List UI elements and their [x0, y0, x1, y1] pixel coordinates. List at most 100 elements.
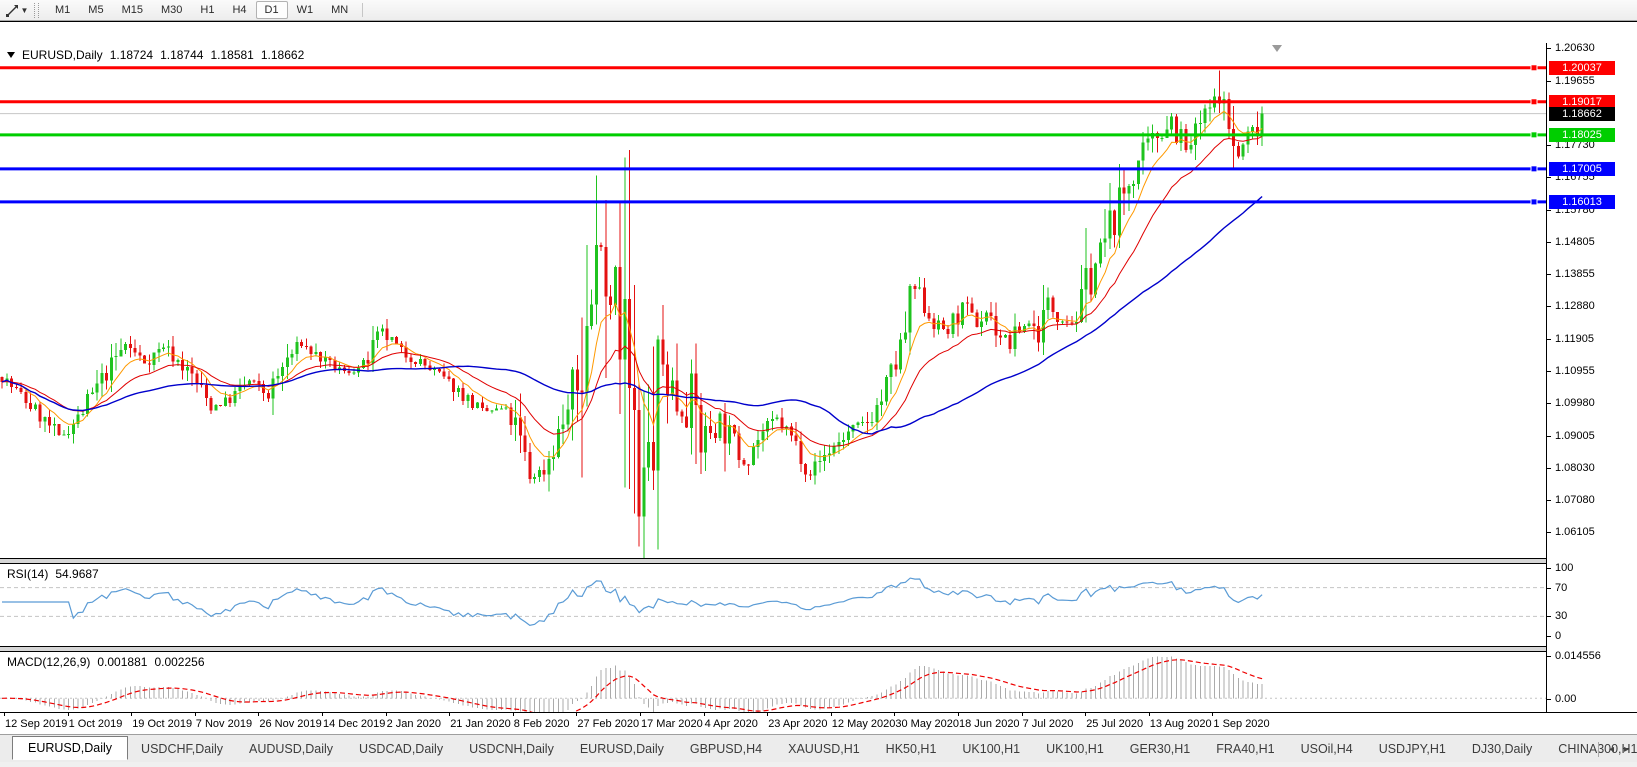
date-label: 25 Jul 2020 [1086, 718, 1143, 730]
price-tick-label: 1.13855 [1555, 268, 1595, 281]
rsi-panel[interactable] [0, 564, 1546, 646]
price-tick-label: 1.09980 [1555, 397, 1595, 410]
axis-tick [1547, 242, 1551, 243]
date-label: 18 Jun 2020 [959, 718, 1020, 730]
current-price-tag: 1.18662 [1549, 107, 1615, 121]
timeframe-m15[interactable]: M15 [113, 1, 152, 19]
time-tick [1149, 713, 1150, 716]
axis-tick [1547, 699, 1551, 700]
date-label: 7 Nov 2019 [196, 718, 252, 730]
date-label: 4 Apr 2020 [705, 718, 758, 730]
chart-tab-usdcad-daily[interactable]: USDCAD,Daily [346, 738, 456, 760]
chart-tab-audusd-daily[interactable]: AUDUSD,Daily [236, 738, 346, 760]
date-label: 8 Feb 2020 [514, 718, 570, 730]
macd-tick-label: 0.00 [1555, 693, 1576, 706]
timeframe-m30[interactable]: M30 [152, 1, 191, 19]
level-price-tag: 1.16013 [1549, 195, 1615, 209]
chart-tab-dj30-daily[interactable]: DJ30,Daily [1459, 738, 1545, 760]
axis-tick [1547, 616, 1551, 617]
price-tick-label: 1.10955 [1555, 365, 1595, 378]
date-label: 1 Sep 2020 [1213, 718, 1269, 730]
chart-tab-fra40-h1[interactable]: FRA40,H1 [1203, 738, 1287, 760]
time-tick [767, 713, 768, 716]
timeframe-h4[interactable]: H4 [223, 1, 255, 19]
macd-value-1: 0.001881 [97, 655, 147, 669]
date-label: 19 Oct 2019 [132, 718, 192, 730]
axis-tick [1547, 306, 1551, 307]
chart-tab-usoil-h4[interactable]: USOil,H4 [1288, 738, 1366, 760]
date-label: 14 Dec 2019 [323, 718, 385, 730]
time-tick [131, 713, 132, 716]
axis-tick [1547, 48, 1551, 49]
time-tick [4, 713, 5, 716]
timeframe-mn[interactable]: MN [322, 1, 357, 19]
axis-tick [1547, 81, 1551, 82]
chart-tab-usdchf-daily[interactable]: USDCHF,Daily [128, 738, 236, 760]
main-price-chart[interactable] [0, 44, 1546, 558]
axis-tick [1547, 468, 1551, 469]
price-tick-label: 1.09005 [1555, 430, 1595, 443]
scroll-left-icon[interactable]: ◂ [1609, 744, 1614, 755]
date-label: 27 Feb 2020 [577, 718, 639, 730]
axis-tick [1547, 588, 1551, 589]
chart-title: EURUSD,Daily 1.18724 1.18744 1.18581 1.1… [7, 48, 304, 62]
time-tick [1085, 713, 1086, 716]
timeframe-h1[interactable]: H1 [191, 1, 223, 19]
price-tick-label: 1.20630 [1555, 42, 1595, 55]
chart-tab-uk100-h1[interactable]: UK100,H1 [949, 738, 1033, 760]
time-axis[interactable]: 12 Sep 20191 Oct 2019 19 Oct 2019 7 Nov 20… [0, 712, 1637, 734]
symbol-label: EURUSD,Daily [22, 48, 103, 62]
time-tick [449, 713, 450, 716]
collapse-caret-icon[interactable] [7, 52, 15, 58]
price-tick-label: 1.07080 [1555, 494, 1595, 507]
axis-tick [1547, 568, 1551, 569]
chart-tab-eurusd-daily[interactable]: EURUSD,Daily [567, 738, 677, 760]
chart-shift-marker[interactable] [1272, 45, 1282, 52]
chart-tab-gbpusd-h4[interactable]: GBPUSD,H4 [677, 738, 775, 760]
chart-tab-uk100-h1[interactable]: UK100,H1 [1033, 738, 1117, 760]
date-label: 12 Sep 2019 [5, 718, 67, 730]
time-tick [258, 713, 259, 716]
timeframe-w1[interactable]: W1 [288, 1, 323, 19]
chart-tab-ger30-h1[interactable]: GER30,H1 [1117, 738, 1203, 760]
axis-tick [1547, 274, 1551, 275]
macd-name: MACD(12,26,9) [7, 655, 90, 669]
axis-tick [1547, 532, 1551, 533]
date-label: 30 May 2020 [895, 718, 959, 730]
rsi-value: 54.9687 [55, 567, 98, 581]
date-label: 21 Jan 2020 [450, 718, 511, 730]
chart-tab-hk50-h1[interactable]: HK50,H1 [873, 738, 950, 760]
scroll-right-icon[interactable]: ▸ [1624, 744, 1629, 755]
time-tick [831, 713, 832, 716]
time-tick [1022, 713, 1023, 716]
date-label: 1 Oct 2019 [69, 718, 123, 730]
level-price-tag: 1.18025 [1549, 128, 1615, 142]
axis-tick [1547, 403, 1551, 404]
toolbar-separator [362, 3, 363, 17]
chart-tab-usdjpy-h1[interactable]: USDJPY,H1 [1366, 738, 1459, 760]
chevron-down-icon: ▼ [21, 6, 29, 15]
level-price-tag: 1.20037 [1549, 61, 1615, 75]
price-tick-label: 1.12880 [1555, 300, 1595, 313]
time-tick [1212, 713, 1213, 716]
axis-tick [1547, 339, 1551, 340]
axis-tick [1547, 210, 1551, 211]
chart-tab-eurusd-daily[interactable]: EURUSD,Daily [12, 736, 128, 760]
time-tick [576, 713, 577, 716]
chart-tab-usdcnh-daily[interactable]: USDCNH,Daily [456, 738, 567, 760]
time-tick [640, 713, 641, 716]
axis-tick [1547, 436, 1551, 437]
macd-value-2: 0.002256 [154, 655, 204, 669]
axis-tick [1547, 371, 1551, 372]
candles-layer [1, 71, 1264, 558]
trendline-icon [6, 4, 19, 17]
window-bottom-strip [0, 762, 1637, 767]
toolbar-grip[interactable] [34, 3, 39, 18]
timeframe-m1[interactable]: M1 [46, 1, 79, 19]
timeframe-d1[interactable]: D1 [256, 1, 288, 19]
price-axis[interactable]: 1.206301.196551.177301.167551.157801.148… [1546, 43, 1637, 734]
timeframe-m5[interactable]: M5 [79, 1, 112, 19]
line-studies-dropdown[interactable]: ▼ [4, 2, 30, 19]
date-label: 23 Apr 2020 [768, 718, 827, 730]
chart-tab-xauusd-h1[interactable]: XAUUSD,H1 [775, 738, 873, 760]
